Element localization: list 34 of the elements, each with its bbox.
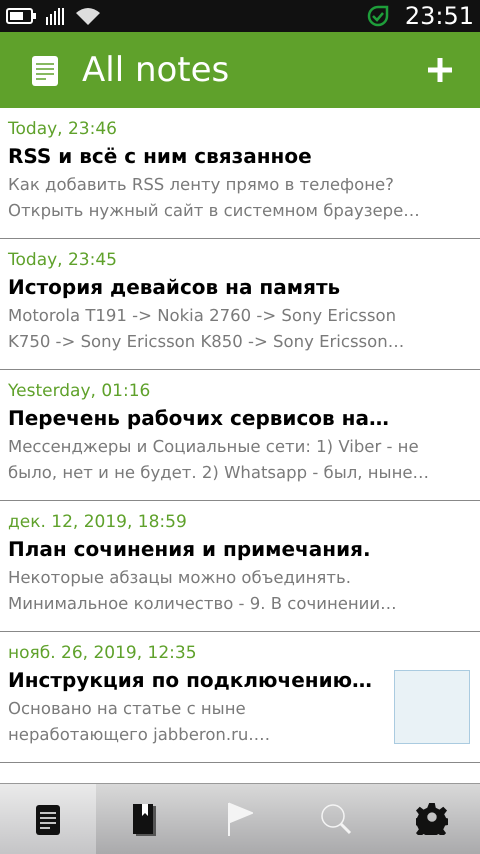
note-date: дек. 12, 2019, 18:59 [8, 511, 188, 533]
note-item[interactable]: Yesterday, 01:16 Перечень рабочих сервисов на… Мессенджеры и Социальные сети: 1) Viber - не было, нет и не будет. 2) Whatsapp - был, ныне… [0, 370, 480, 501]
note-date: Yesterday, 01:16 [8, 380, 152, 402]
signal-icon [46, 7, 66, 25]
shield-check-icon [366, 5, 389, 27]
wifi-icon [76, 7, 100, 25]
add-button[interactable] [426, 56, 454, 84]
note-date: Today, 23:45 [8, 249, 118, 271]
note-title: План сочинения и примечания. [8, 536, 372, 563]
status-time: 23:51 [404, 2, 474, 30]
note-preview: Мессенджеры и Социальные сети: 1) Viber - не было, нет и не будет. 2) Whatsapp - был, ныне… [8, 436, 430, 484]
book-icon [131, 802, 157, 836]
note-date: Today, 23:46 [8, 118, 118, 140]
note-date: нояб. 26, 2019, 12:35 [8, 642, 198, 664]
note-item[interactable]: нояб. 26, 2019, 12:35 Инструкция по подключению… Основано на статье с ныне неработающего jabberon.ru.… [0, 632, 480, 763]
flag-icon [227, 802, 253, 836]
battery-icon [6, 8, 36, 24]
tab-button[interactable] [0, 784, 96, 854]
note-title: Перечень рабочих сервисов на… [8, 405, 390, 432]
page-title: All notes [82, 50, 230, 90]
search-icon [320, 803, 352, 835]
note-preview: Некоторые абзацы можно объединять. Минимальное количество - 9. В сочинении… [8, 567, 398, 615]
note-item[interactable]: Today, 23:46 RSS и всё с ним связанное Как добавить RSS ленту прямо в телефоне? Открыть нужный сайт в системном браузере… [0, 108, 480, 239]
note-preview: Motorola T191 -> Nokia 2760 -> Sony Ericsson K750 -> Sony Ericsson K850 -> Sony Ericsson… [8, 305, 406, 353]
notepad-icon [36, 803, 60, 835]
note-title: История девайсов на память [8, 274, 342, 301]
note-item[interactable]: Today, 23:45 История девайсов на память Motorola T191 -> Nokia 2760 -> Sony Ericsson K750 -> Sony Ericsson K850 -> Sony Ericsson… [0, 239, 480, 370]
note-preview: Как добавить RSS ленту прямо в телефоне? Открыть нужный сайт в системном браузере… [8, 174, 421, 222]
note-item[interactable]: дек. 12, 2019, 18:59 План сочинения и примечания. Некоторые абзацы можно объединять. Минимальное количество - 9. В сочинении… [0, 501, 480, 632]
note-title: RSS и всё с ним связанное [8, 143, 313, 170]
note-preview: Основано на статье с ныне неработающего jabberon.ru.… [8, 698, 272, 746]
note-title: Инструкция по подключению… [8, 667, 374, 694]
notepad-icon [32, 54, 58, 86]
settings-icon [416, 803, 448, 835]
